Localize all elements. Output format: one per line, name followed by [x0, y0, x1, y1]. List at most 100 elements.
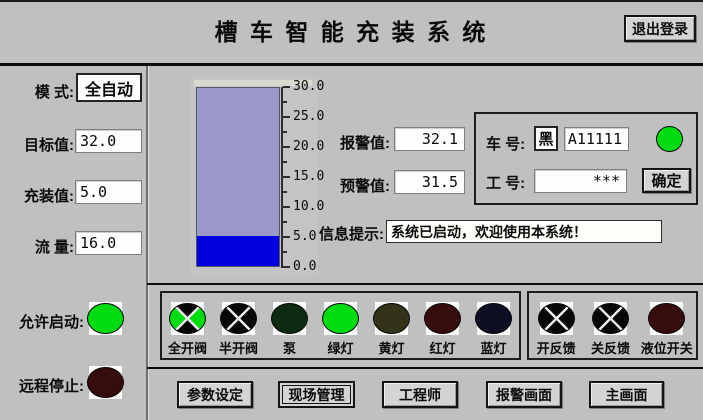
indicator-yellow-light: 黄灯	[367, 302, 417, 358]
indicator-section-divider	[147, 283, 703, 285]
indicator-blue-light: 蓝灯	[469, 302, 519, 358]
close-feedback-icon	[591, 303, 629, 334]
indicator-label: 关反馈	[590, 341, 630, 356]
gauge-tick-major	[283, 116, 290, 118]
indicator-level-switch: 液位开关	[638, 302, 696, 358]
target-label: 目标值:	[24, 137, 74, 154]
fill-value-field: 5.0	[75, 180, 142, 204]
indicator-label: 全开阀	[167, 341, 207, 356]
allow-start-label: 允许启动:	[19, 314, 84, 331]
flow-value-field: 16.0	[75, 231, 142, 255]
level-gauge: 30.0 25.0 20.0 15.0 10.0 5.0 0.0	[190, 77, 324, 275]
gauge-tick-major	[283, 236, 290, 238]
blue-light-icon	[475, 303, 512, 334]
nav-button-engineer[interactable]: 工程师	[382, 381, 458, 408]
gauge-tick-minor	[283, 161, 287, 163]
red-light-icon	[424, 303, 461, 334]
pump-lamp	[271, 302, 308, 335]
remote-stop-lamp	[87, 366, 124, 399]
page-title: 槽 车 智 能 充 装 系 统	[214, 19, 489, 45]
gauge-tick-label: 20.0	[293, 139, 325, 154]
nav-button-alarm-screen[interactable]: 报警画面	[486, 381, 562, 408]
open-feedback-icon	[537, 303, 575, 334]
valve-lamp	[169, 302, 206, 335]
indicator-label: 黄灯	[378, 341, 405, 356]
worker-label: 工 号:	[486, 175, 526, 192]
indicator-label: 半开阀	[218, 341, 258, 356]
gauge-tick-label: 25.0	[293, 109, 325, 124]
nav-button-param-settings[interactable]: 参数设定	[177, 381, 253, 408]
mode-label: 模 式:	[34, 84, 74, 101]
gauge-tick-minor	[283, 221, 287, 223]
indicator-label: 泵	[282, 341, 296, 356]
gauge-tick-major	[283, 266, 290, 268]
gauge-tick-major	[283, 146, 290, 148]
green-lamp	[322, 302, 359, 335]
gauge-tick-major	[283, 86, 290, 88]
indicator-full-open-valve: 全开阀	[163, 302, 213, 358]
indicator-label: 液位开关	[640, 341, 693, 356]
indicator-green-light: 绿灯	[316, 302, 366, 358]
indicator-label: 绿灯	[327, 341, 354, 356]
title-divider	[0, 63, 703, 66]
gauge-tick-label: 15.0	[293, 169, 325, 184]
gauge-bar	[196, 87, 280, 267]
indicator-label: 蓝灯	[480, 341, 507, 356]
gauge-tick-minor	[283, 101, 287, 103]
confirm-button[interactable]: 确定	[642, 168, 691, 193]
gauge-fill	[197, 236, 279, 266]
gauge-tick-major	[283, 206, 290, 208]
gauge-tick-major	[283, 176, 290, 178]
gauge-tick-minor	[283, 131, 287, 133]
indicator-close-feedback: 关反馈	[583, 302, 637, 358]
plate-number-field[interactable]: A11111	[564, 127, 629, 151]
level-switch-icon	[648, 303, 686, 334]
pump-light-icon	[271, 303, 308, 334]
warning-value-field[interactable]: 31.5	[394, 170, 465, 194]
message-box: 系统已启动，欢迎使用本系统！	[386, 220, 662, 243]
nav-button-site-management[interactable]: 现场管理	[278, 381, 355, 408]
vehicle-label: 车 号:	[486, 136, 526, 153]
feedback-indicator-group: 开反馈 关反馈 液位开关	[527, 291, 698, 360]
gauge-tick-label: 0.0	[293, 259, 317, 274]
remote-stop-light-icon	[87, 367, 124, 398]
message-label: 信息提示:	[319, 226, 384, 243]
yellow-light-icon	[373, 303, 410, 334]
warning-label: 预警值:	[340, 178, 390, 195]
red-lamp	[424, 302, 461, 335]
allow-start-light-icon	[87, 303, 124, 334]
gauge-tick-minor	[283, 191, 287, 193]
indicator-open-feedback: 开反馈	[529, 302, 583, 358]
logout-button[interactable]: 退出登录	[624, 15, 696, 42]
fill-label: 充装值:	[24, 188, 74, 205]
full-open-valve-icon	[169, 303, 206, 334]
vehicle-group: 车 号: 黑 A11111 工 号: *** 确定	[474, 112, 698, 205]
flow-label: 流 量:	[34, 239, 74, 256]
green-light-icon	[322, 303, 359, 334]
nav-section-divider	[147, 367, 703, 369]
gauge-tick-label: 10.0	[293, 199, 325, 214]
blue-lamp	[475, 302, 512, 335]
gauge-tick-minor	[283, 251, 287, 253]
remote-stop-label: 远程停止:	[19, 378, 84, 395]
target-value-field[interactable]: 32.0	[75, 129, 142, 153]
yellow-lamp	[373, 302, 410, 335]
allow-start-lamp	[87, 302, 124, 335]
level-switch-lamp	[648, 302, 686, 335]
indicator-pump: 泵	[265, 302, 315, 358]
indicator-red-light: 红灯	[418, 302, 468, 358]
indicator-half-open-valve: 半开阀	[214, 302, 264, 358]
open-feedback-lamp	[537, 302, 575, 335]
valve-lamp	[220, 302, 257, 335]
gauge-tick-label: 30.0	[293, 79, 325, 94]
nav-button-main-screen[interactable]: 主画面	[589, 381, 664, 408]
indicator-label: 红灯	[429, 341, 456, 356]
plate-prefix-box[interactable]: 黑	[534, 126, 558, 151]
indicator-label: 开反馈	[536, 341, 576, 356]
plate-status-light-icon	[656, 126, 683, 152]
worker-id-field[interactable]: ***	[534, 169, 627, 193]
alarm-label: 报警值:	[340, 135, 390, 152]
mode-select[interactable]: 全自动	[76, 73, 142, 102]
hmi-screen: 槽 车 智 能 充 装 系 统 退出登录 模 式: 全自动 目标值: 32.0 …	[0, 0, 703, 420]
alarm-value-field[interactable]: 32.1	[394, 127, 465, 151]
